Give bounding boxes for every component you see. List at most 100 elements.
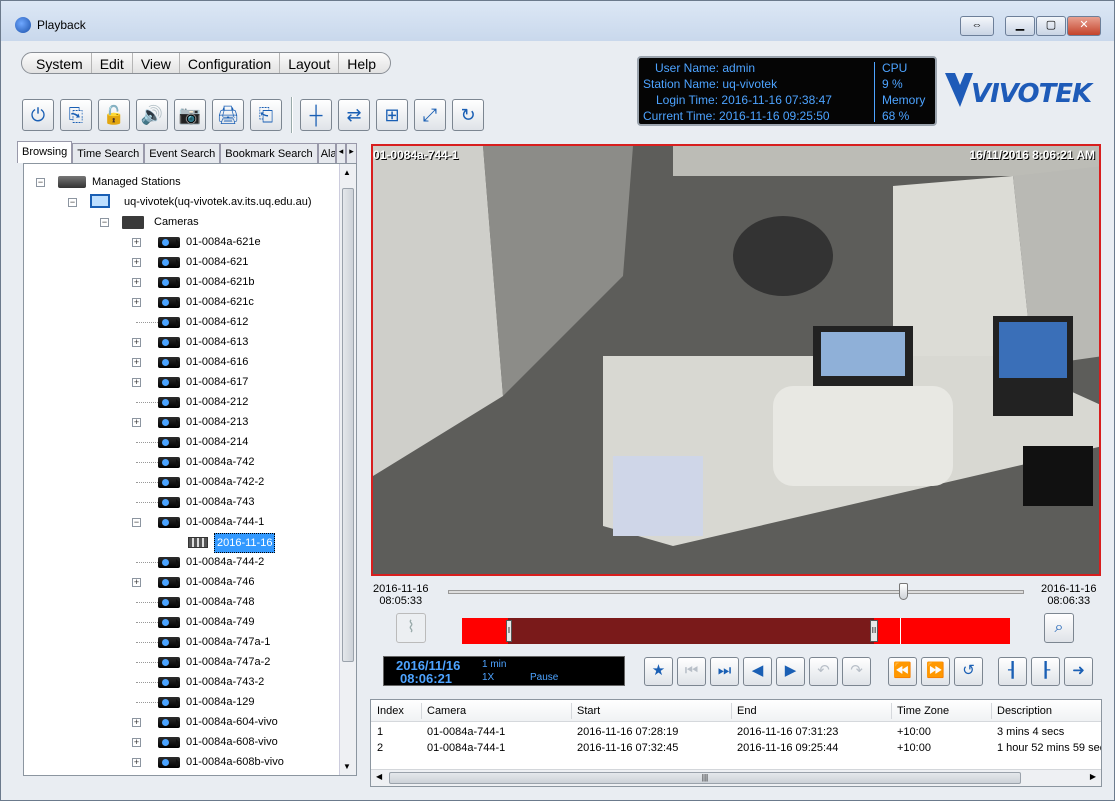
slow-icon[interactable]: ↶ <box>809 657 838 686</box>
tree-station-label: uq-vivotek(uq-vivotek.av.its.uq.edu.au) <box>124 196 312 208</box>
chart-zoom-icon[interactable]: ⌇ <box>396 613 426 643</box>
expand-icon[interactable]: + <box>132 298 141 307</box>
menu-configuration[interactable]: Configuration <box>180 53 281 73</box>
video-view[interactable]: 01-0084a-744-1 16/11/2016 8:06:21 AM <box>371 144 1101 576</box>
table-row[interactable]: 1 01-0084a-744-1 2016-11-16 07:28:19 2016-1… <box>371 726 1101 742</box>
backup-icon[interactable]: ⎗ <box>250 99 282 131</box>
expand-icon[interactable]: + <box>132 758 141 767</box>
tree-scroll-thumb[interactable] <box>342 188 354 662</box>
maximize-button[interactable]: ▢ <box>1036 16 1066 36</box>
mark-out-handle[interactable]: II <box>870 620 878 642</box>
scroll-down-icon[interactable]: ▼ <box>343 762 351 771</box>
menu-edit[interactable]: Edit <box>92 53 133 73</box>
station-label: Station Name: <box>643 77 720 91</box>
export-icon[interactable]: ⎘ <box>60 99 92 131</box>
restore-alt-button[interactable]: ⇔ <box>960 16 994 36</box>
prev-event-icon[interactable]: ⏪ <box>888 657 917 686</box>
search-timeline-icon[interactable]: ┼ <box>300 99 332 131</box>
column-header[interactable]: Index <box>377 705 404 717</box>
layout-icon[interactable]: ⊞ <box>376 99 408 131</box>
camera-label: 01-0084-213 <box>186 416 249 428</box>
collapse-icon[interactable]: − <box>36 178 45 187</box>
tab-time-search[interactable]: Time Search <box>72 143 145 163</box>
expand-icon[interactable]: + <box>132 258 141 267</box>
column-header[interactable]: Camera <box>427 705 466 717</box>
user-label: User Name: <box>655 61 720 75</box>
table-cell: 01-0084a-744-1 <box>427 726 506 738</box>
next-frame-icon[interactable]: ⏭ <box>710 657 739 686</box>
bookmark-star-icon[interactable]: ★ <box>644 657 673 686</box>
record-timeline[interactable]: I II <box>462 618 1010 644</box>
camera-icon <box>158 437 180 448</box>
expand-icon[interactable]: + <box>132 378 141 387</box>
tab-event-search[interactable]: Event Search <box>144 143 221 163</box>
fast-icon[interactable]: ↷ <box>842 657 871 686</box>
menu-help[interactable]: Help <box>339 53 384 73</box>
camera-icon <box>158 677 180 688</box>
expand-icon[interactable]: + <box>132 578 141 587</box>
toolbar-separator <box>291 97 293 133</box>
scroll-right-icon[interactable]: ▶ <box>1090 772 1096 781</box>
camera-label: 01-0084a-748 <box>186 596 255 608</box>
tree-scrollbar[interactable]: ▲ ▼ <box>339 164 356 775</box>
go-start-icon[interactable]: ⏮ <box>677 657 706 686</box>
column-header[interactable]: Description <box>997 705 1052 717</box>
expand-icon[interactable]: + <box>132 738 141 747</box>
tab-alarm[interactable]: Ala <box>317 143 336 163</box>
tab-browsing[interactable]: Browsing <box>17 141 73 163</box>
results-hscrollbar[interactable]: ◀ ||| ▶ <box>371 769 1101 786</box>
time-slider-thumb[interactable] <box>899 583 908 600</box>
power-icon[interactable]: ⏻ <box>22 99 54 131</box>
expand-icon[interactable]: + <box>132 338 141 347</box>
mark-out-icon[interactable]: ┠ <box>1031 657 1060 686</box>
reverse-play-icon[interactable]: ◀ <box>743 657 772 686</box>
camera-icon <box>158 637 180 648</box>
range-end-time: 08:06:33 <box>1047 595 1091 607</box>
tab-bookmark-search[interactable]: Bookmark Search <box>220 143 318 163</box>
table-cell: 2 <box>377 742 384 754</box>
column-header[interactable]: Time Zone <box>897 705 949 717</box>
expand-icon[interactable]: + <box>132 238 141 247</box>
snapshot-icon[interactable]: 📷 <box>174 99 206 131</box>
export-clip-icon[interactable]: ➜ <box>1064 657 1093 686</box>
expand-icon[interactable]: + <box>132 278 141 287</box>
fullscreen-icon[interactable]: ⤢ <box>414 99 446 131</box>
sync-icon[interactable]: ⇄ <box>338 99 370 131</box>
camera-icon <box>158 517 180 528</box>
timeline-zoom-icon[interactable]: ⌕ <box>1044 613 1074 643</box>
camera-label: 01-0084a-743-2 <box>186 676 265 688</box>
close-button[interactable]: ✕ <box>1067 16 1101 36</box>
scroll-up-icon[interactable]: ▲ <box>343 168 351 177</box>
mark-in-icon[interactable]: ┨ <box>998 657 1027 686</box>
expand-icon[interactable]: + <box>132 418 141 427</box>
column-header[interactable]: End <box>737 705 757 717</box>
collapse-icon[interactable]: − <box>100 218 109 227</box>
table-row[interactable]: 2 01-0084a-744-1 2016-11-16 07:32:45 2016-1… <box>371 742 1101 758</box>
expand-icon[interactable]: + <box>132 358 141 367</box>
camera-icon <box>158 557 180 568</box>
mark-in-handle[interactable]: I <box>506 620 512 642</box>
menu-layout[interactable]: Layout <box>280 53 340 73</box>
camera-label: 01-0084-621c <box>186 296 254 308</box>
refresh-icon[interactable]: ↻ <box>452 99 484 131</box>
play-icon[interactable]: ▶ <box>776 657 805 686</box>
results-scroll-thumb[interactable]: ||| <box>389 772 1021 784</box>
camera-label: 01-0084-621 <box>186 256 249 268</box>
column-header[interactable]: Start <box>577 705 600 717</box>
camera-icon <box>158 597 180 608</box>
time-slider[interactable] <box>448 583 1024 600</box>
lock-icon[interactable]: 🔓 <box>98 99 130 131</box>
audio-icon[interactable]: 🔊 <box>136 99 168 131</box>
menu-view[interactable]: View <box>133 53 180 73</box>
menu-system[interactable]: System <box>28 53 92 73</box>
collapse-icon[interactable]: − <box>68 198 77 207</box>
loop-icon[interactable]: ↺ <box>954 657 983 686</box>
tab-scroll-left-icon[interactable]: ◂ <box>335 143 347 163</box>
next-event-icon[interactable]: ⏩ <box>921 657 950 686</box>
scroll-left-icon[interactable]: ◀ <box>376 772 382 781</box>
collapse-icon[interactable]: − <box>132 518 141 527</box>
print-icon[interactable]: 🖨 <box>212 99 244 131</box>
minimize-button[interactable]: ▁ <box>1005 16 1035 36</box>
tab-scroll-right-icon[interactable]: ▸ <box>346 143 357 163</box>
expand-icon[interactable]: + <box>132 718 141 727</box>
